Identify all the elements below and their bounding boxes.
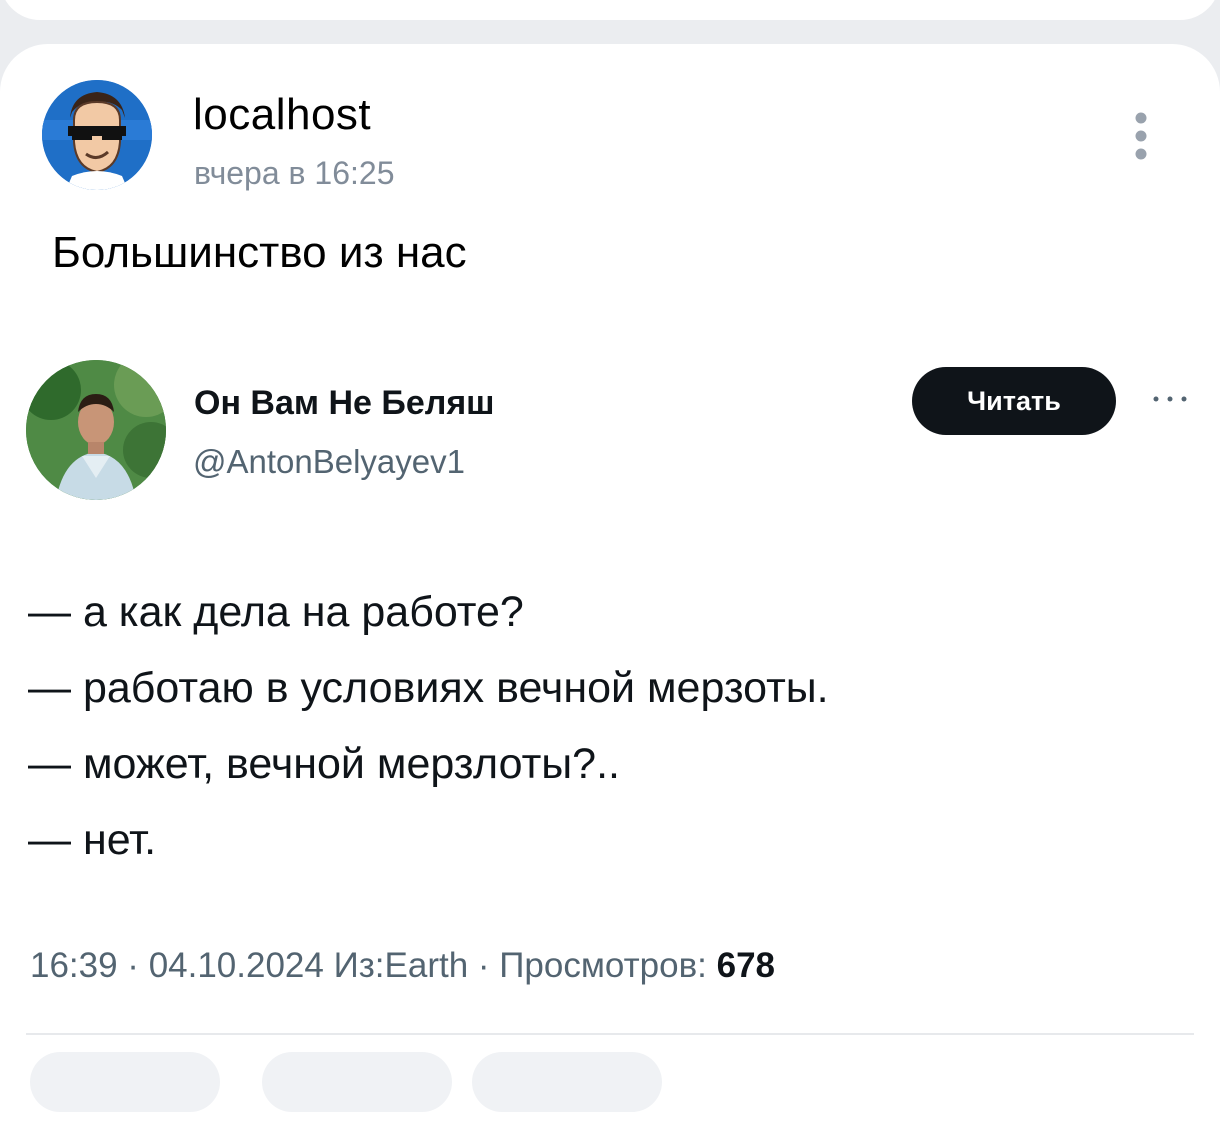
previous-post-card <box>0 0 1220 20</box>
vertical-dots-icon[interactable] <box>1128 108 1154 168</box>
tweet-author-handle: @AntonBelyayev1 <box>193 443 465 480</box>
tweet-meta-text: 16:39 · 04.10.2024 Из:Earth · Просмотров… <box>30 946 717 985</box>
tweet-line: — работаю в условиях вечной мерзоты. <box>28 664 829 712</box>
horizontal-dots-icon <box>1150 392 1190 404</box>
author-avatar[interactable] <box>42 80 152 190</box>
tweet-text: — а как дела на работе? — работаю в усло… <box>28 585 829 889</box>
post-text: Большинство из нас <box>52 228 467 277</box>
divider <box>26 1033 1194 1035</box>
tweet-line: — может, вечной мерзлоты?.. <box>28 740 620 788</box>
tweet-author-avatar <box>26 360 166 500</box>
tweet-line: — нет. <box>28 816 157 864</box>
tweet-meta: 16:39 · 04.10.2024 Из:Earth · Просмотров… <box>30 946 775 986</box>
tweet-line: — а как дела на работе? <box>28 588 524 636</box>
view-count: 678 <box>716 946 776 985</box>
like-button[interactable] <box>30 1052 220 1112</box>
comment-button[interactable] <box>262 1052 452 1112</box>
post-timestamp[interactable]: вчера в 16:25 <box>194 155 394 192</box>
author-name[interactable]: localhost <box>193 90 371 140</box>
tweet-author-name: Он Вам Не Беляш <box>194 384 495 422</box>
share-button[interactable] <box>472 1052 662 1112</box>
follow-button[interactable]: Читать <box>912 367 1116 435</box>
